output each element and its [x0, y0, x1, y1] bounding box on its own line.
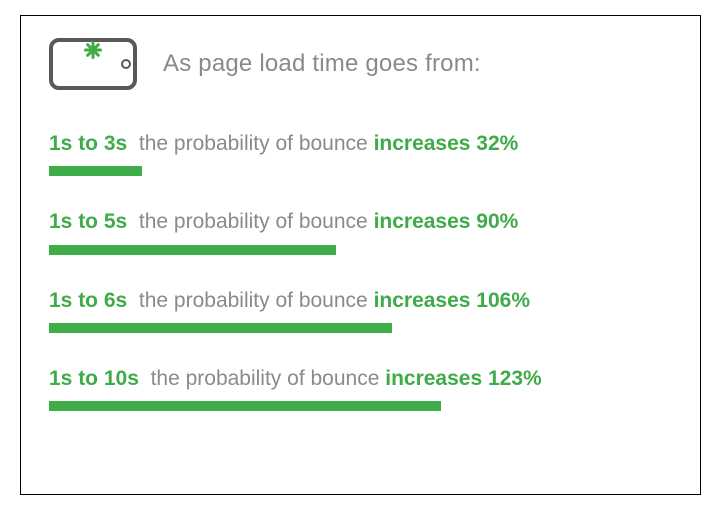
- stat-line: 1s to 3s the probability of bounce incre…: [49, 130, 672, 158]
- stat-mid-text: the probability of bounce: [139, 210, 368, 233]
- time-range: 1s to 10s: [49, 367, 139, 390]
- stat-line: 1s to 10s the probability of bounce incr…: [49, 365, 672, 393]
- phone-loading-icon: [49, 38, 137, 90]
- bar-track: [49, 401, 672, 411]
- time-range: 1s to 3s: [49, 132, 127, 155]
- bar-track: [49, 245, 672, 255]
- stat-line: 1s to 5s the probability of bounce incre…: [49, 208, 672, 236]
- stat-row: 1s to 10s the probability of bounce incr…: [49, 365, 672, 411]
- infographic-title: As page load time goes from:: [163, 50, 481, 78]
- stat-mid-text: the probability of bounce: [151, 367, 380, 390]
- time-range: 1s to 6s: [49, 289, 127, 312]
- header: As page load time goes from:: [49, 38, 672, 90]
- increase-label: increases 123%: [385, 367, 541, 390]
- increase-label: increases 90%: [374, 210, 519, 233]
- infographic-frame: As page load time goes from: 1s to 3s th…: [20, 15, 701, 495]
- time-range: 1s to 5s: [49, 210, 127, 233]
- stat-line: 1s to 6s the probability of bounce incre…: [49, 287, 672, 315]
- bar-track: [49, 166, 672, 176]
- bar-fill: [49, 401, 441, 411]
- stat-mid-text: the probability of bounce: [139, 132, 368, 155]
- stat-row: 1s to 6s the probability of bounce incre…: [49, 287, 672, 333]
- increase-label: increases 106%: [374, 289, 530, 312]
- stat-row: 1s to 3s the probability of bounce incre…: [49, 130, 672, 176]
- stat-row: 1s to 5s the probability of bounce incre…: [49, 208, 672, 254]
- bar-fill: [49, 323, 392, 333]
- bar-track: [49, 323, 672, 333]
- stat-mid-text: the probability of bounce: [139, 289, 368, 312]
- increase-label: increases 32%: [374, 132, 519, 155]
- spinner-icon: [79, 50, 107, 78]
- rows-container: 1s to 3s the probability of bounce incre…: [49, 130, 672, 411]
- bar-fill: [49, 245, 336, 255]
- bar-fill: [49, 166, 142, 176]
